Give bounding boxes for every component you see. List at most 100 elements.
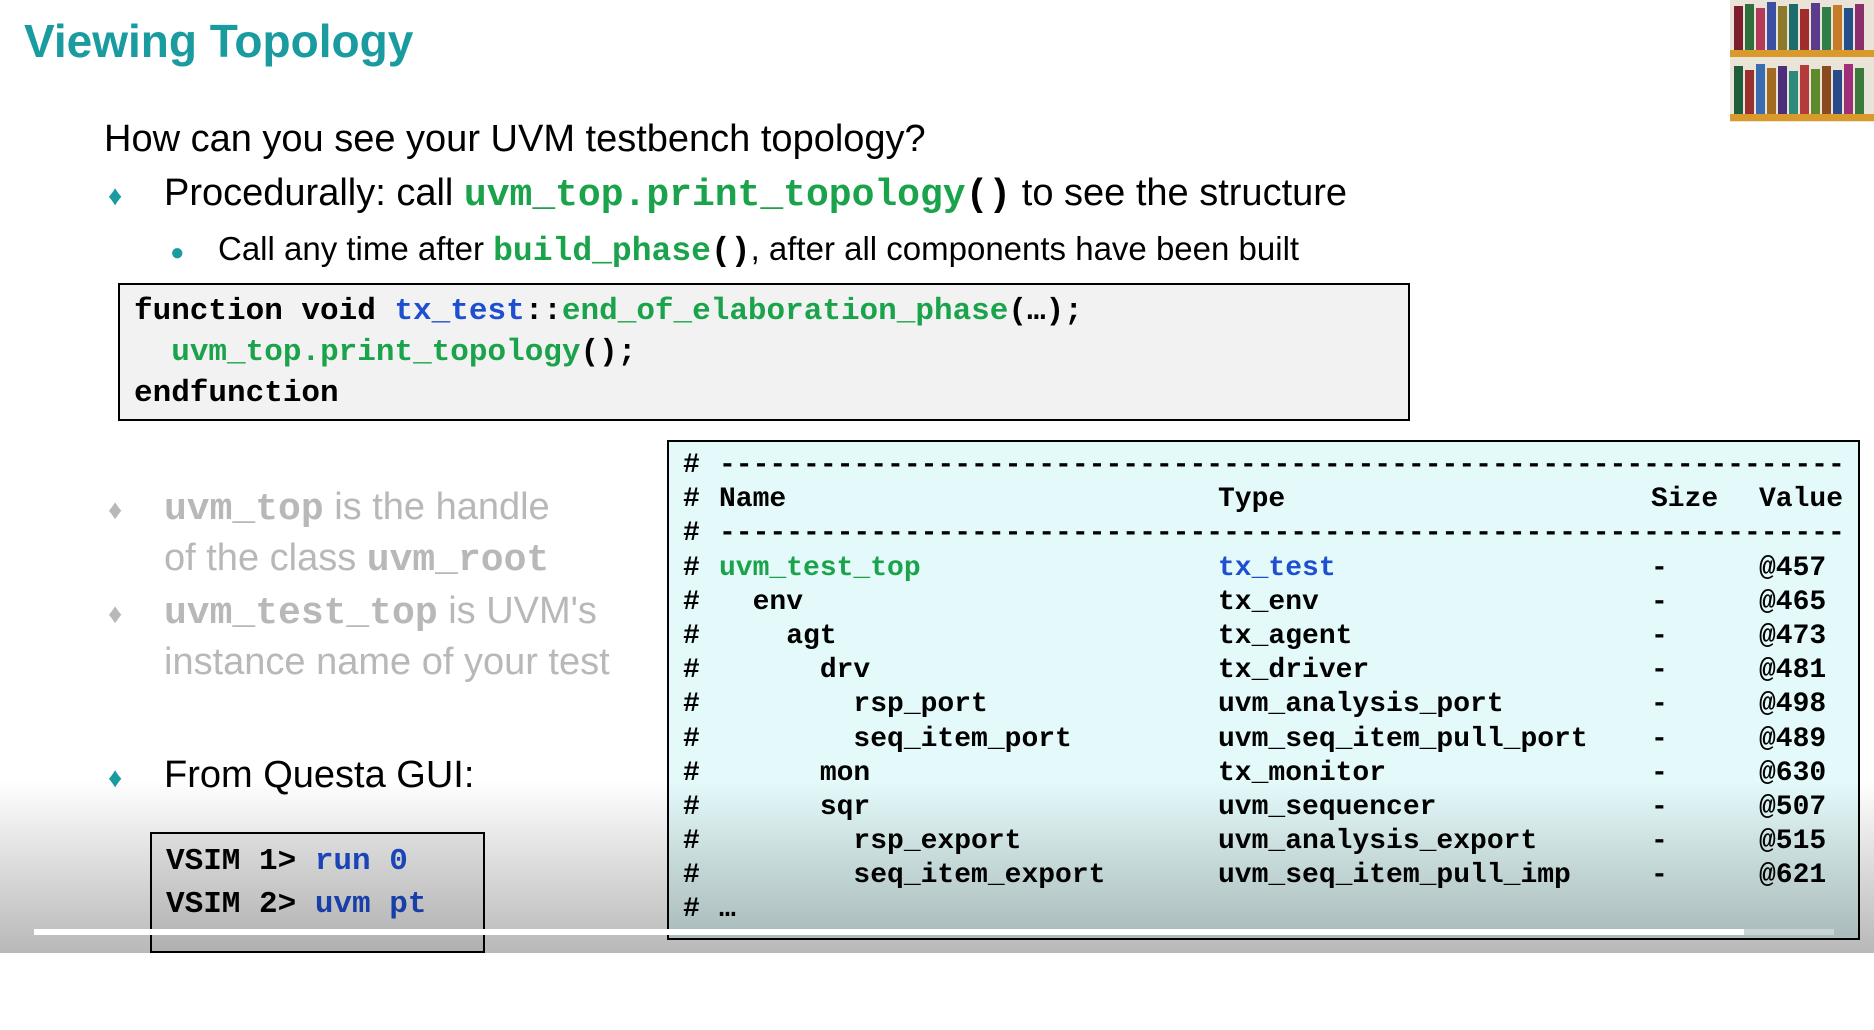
video-progress-fill — [34, 929, 1744, 935]
topology-header-row: # Name Type Size Value — [683, 483, 1844, 517]
dot-bullet-icon: ● — [170, 239, 185, 266]
code-function-name: end_of_elaboration_phase — [561, 294, 1009, 329]
row-size: - — [1651, 586, 1668, 618]
sub1-parens: () — [710, 233, 751, 270]
diamond-bullet-icon: ♦ — [108, 180, 123, 211]
sub1-prefix: Call any time after — [218, 230, 494, 267]
bullet3-text: From Questa GUI: — [164, 754, 475, 796]
row-size: - — [1651, 689, 1668, 721]
code-object: uvm_top — [171, 335, 302, 370]
code-class-name: tx_test — [394, 294, 525, 329]
row-name: agt — [719, 620, 837, 652]
topology-rows: # uvm_test_top tx_test - @457 # env tx_env - @46… — [683, 552, 1844, 894]
grey-code-uvm-top: uvm_top — [164, 488, 324, 531]
row-value: @515 — [1759, 826, 1827, 858]
topology-output-box: # --------------------------------------… — [667, 440, 1860, 940]
row-size: - — [1651, 620, 1668, 652]
code-keyword: function void — [134, 294, 395, 329]
grey-bullet-uvm-test-top: ♦ uvm_test_top is UVM's instance name of … — [108, 587, 610, 686]
code-line-1: function void tx_test::end_of_elaboratio… — [134, 291, 1394, 332]
code-args: (…); — [1008, 294, 1083, 329]
column-header-size: Size — [1651, 484, 1719, 516]
row-value: @630 — [1759, 757, 1827, 789]
code-example-box: function void tx_test::end_of_elaboratio… — [118, 283, 1410, 421]
row-type: uvm_sequencer — [1218, 791, 1437, 823]
row-size: - — [1651, 723, 1668, 755]
sub1-suffix: , after all components have been built — [750, 230, 1300, 267]
bullet1-parens: () — [965, 174, 1012, 217]
code-line-3: endfunction — [134, 376, 339, 411]
row-name: env — [719, 586, 804, 618]
topology-row: # agt tx_agent - @473 — [683, 620, 1844, 654]
row-name: uvm_test_top — [719, 552, 921, 584]
row-name: sqr — [719, 791, 871, 823]
vsim-prompt: VSIM 2> — [166, 887, 315, 922]
grey-code-uvm-root: uvm_root — [366, 539, 550, 582]
bullet1-code: uvm_top.print_topology — [463, 174, 966, 217]
code-line-2: uvm_top.print_topology(); — [134, 332, 1394, 373]
bullet1-suffix: to see the structure — [1011, 172, 1348, 214]
row-name: mon — [719, 757, 871, 789]
row-name: drv — [719, 655, 871, 687]
topology-divider: # --------------------------------------… — [683, 518, 1849, 550]
topology-row: # env tx_env - @465 — [683, 586, 1844, 620]
sub1-code: build_phase — [493, 233, 711, 270]
diamond-bullet-icon: ♦ — [108, 598, 123, 629]
grey-text: instance name of your test — [164, 641, 610, 683]
row-type: tx_driver — [1218, 655, 1370, 687]
row-type: tx_env — [1218, 586, 1319, 618]
row-value: @507 — [1759, 791, 1827, 823]
row-type: uvm_seq_item_pull_imp — [1218, 860, 1571, 892]
code-dot: . — [301, 335, 321, 370]
vsim-prompt: VSIM 1> — [166, 844, 315, 879]
row-size: - — [1651, 826, 1668, 858]
vsim-command: uvm pt — [314, 887, 427, 922]
shelf-lower — [1730, 114, 1874, 121]
grey-bullet-uvm-top: ♦ uvm_top is the handle of the class uvm_… — [108, 483, 550, 585]
row-value: @457 — [1759, 552, 1827, 584]
topology-row: # mon tx_monitor - @630 — [683, 757, 1844, 791]
vsim-line-1: VSIM 1> run 0 — [166, 840, 469, 883]
shelf-upper — [1730, 50, 1874, 57]
row-name: rsp_port — [719, 689, 988, 721]
bullet-procedurally: ♦ Procedurally: call uvm_top.print_topol… — [108, 172, 1347, 217]
row-size: - — [1651, 552, 1668, 584]
code-method: print_topology — [320, 335, 581, 370]
row-hash: # — [683, 552, 700, 584]
video-progress-bar[interactable] — [34, 929, 1834, 935]
row-size: - — [1651, 791, 1668, 823]
row-type: tx_agent — [1218, 620, 1353, 652]
slide-title: Viewing Topology — [24, 15, 414, 67]
row-hash: # — [683, 826, 700, 858]
row-size: - — [1651, 757, 1668, 789]
topology-ellipsis-row: # … — [683, 894, 736, 926]
grey-text: of the class — [164, 537, 367, 579]
topology-row: # rsp_port uvm_analysis_port - @498 — [683, 688, 1844, 722]
grey-code-uvm-test-top: uvm_test_top — [164, 592, 438, 635]
diamond-bullet-icon: ♦ — [108, 762, 123, 793]
topology-row: # seq_item_export uvm_seq_item_pull_imp - @… — [683, 859, 1844, 893]
row-hash: # — [683, 723, 700, 755]
bookshelf-logo — [1730, 0, 1874, 122]
row-type: tx_test — [1218, 552, 1336, 584]
column-header-type: Type — [1218, 484, 1286, 516]
grey-text: is the handle — [323, 486, 550, 528]
row-type: uvm_analysis_export — [1218, 826, 1538, 858]
topology-row: # sqr uvm_sequencer - @507 — [683, 791, 1844, 825]
row-type: uvm_analysis_port — [1218, 689, 1504, 721]
question-text: How can you see your UVM testbench topol… — [104, 118, 926, 160]
topology-row: # seq_item_port uvm_seq_item_pull_port - @4… — [683, 723, 1844, 757]
bullet1-prefix: Procedurally: call — [164, 172, 464, 214]
row-value: @473 — [1759, 620, 1827, 652]
row-hash: # — [683, 586, 700, 618]
bullet-questa-gui: ♦ From Questa GUI: — [108, 754, 474, 797]
code-scope-sep: :: — [524, 294, 562, 329]
row-hash: # — [683, 620, 700, 652]
topology-row: # uvm_test_top tx_test - @457 — [683, 552, 1844, 586]
row-value: @498 — [1759, 689, 1827, 721]
topology-row: # drv tx_driver - @481 — [683, 654, 1844, 688]
row-size: - — [1651, 655, 1668, 687]
row-value: @621 — [1759, 860, 1827, 892]
row-value: @489 — [1759, 723, 1827, 755]
row-name: rsp_export — [719, 826, 1022, 858]
